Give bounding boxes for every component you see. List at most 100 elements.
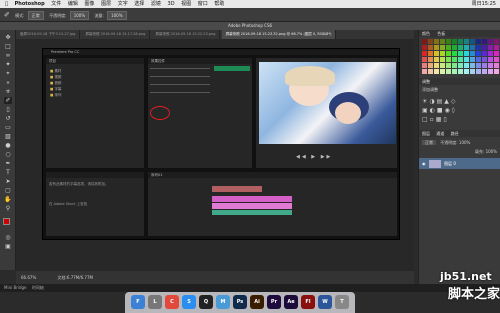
layer-name[interactable]: 图层 0 [444, 161, 456, 166]
premiere-icon[interactable]: Pr [267, 295, 281, 309]
swatch[interactable] [422, 45, 427, 50]
menu-select[interactable]: 选择 [134, 0, 144, 8]
swatch[interactable] [494, 51, 499, 56]
swatch[interactable] [494, 63, 499, 68]
menu-image[interactable]: 图像 [84, 0, 94, 8]
foreground-color-swatch[interactable] [3, 218, 10, 225]
swatch[interactable] [452, 69, 457, 74]
swatch[interactable] [470, 51, 475, 56]
swatch[interactable] [428, 39, 433, 44]
swatch[interactable] [470, 69, 475, 74]
swatch[interactable] [470, 39, 475, 44]
screen-mode-icon[interactable]: ▣ [4, 243, 12, 250]
swatch[interactable] [482, 39, 487, 44]
apple-icon[interactable]:  [5, 0, 8, 8]
swatch[interactable] [446, 51, 451, 56]
timeline-tab[interactable]: 序列01 [148, 172, 397, 178]
menu-filter[interactable]: 滤镜 [151, 0, 161, 8]
qq-icon[interactable]: Q [199, 295, 213, 309]
swatch[interactable] [428, 51, 433, 56]
swatch[interactable] [458, 51, 463, 56]
swatch[interactable] [488, 63, 493, 68]
swatch[interactable] [476, 57, 481, 62]
swatch[interactable] [440, 57, 445, 62]
swatch[interactable] [446, 57, 451, 62]
doc-tab[interactable]: 屏幕快照 2016-09-18 15.17.28.png [81, 30, 151, 39]
blur-tool-icon[interactable]: ● [4, 142, 12, 149]
swatch[interactable] [464, 45, 469, 50]
stamp-tool-icon[interactable]: ▯ [4, 106, 12, 113]
menu-3d[interactable]: 3D [168, 0, 175, 8]
swatch[interactable] [458, 63, 463, 68]
chrome-icon[interactable]: C [165, 295, 179, 309]
flash-icon[interactable]: Fl [301, 295, 315, 309]
swatch[interactable] [464, 57, 469, 62]
swatch[interactable] [434, 51, 439, 56]
timeline-panel-tab[interactable]: 时间轴 [32, 285, 44, 290]
swatch[interactable] [428, 69, 433, 74]
swatch[interactable] [482, 51, 487, 56]
swatch[interactable] [422, 57, 427, 62]
swatch[interactable] [494, 45, 499, 50]
swatch[interactable] [464, 39, 469, 44]
swatch[interactable] [470, 57, 475, 62]
swatch[interactable] [482, 57, 487, 62]
swatch[interactable] [488, 39, 493, 44]
menu-layer[interactable]: 图层 [101, 0, 111, 8]
zoom-level[interactable]: 66.67% [21, 275, 36, 280]
swatch[interactable] [434, 63, 439, 68]
swatch[interactable] [452, 45, 457, 50]
swatch[interactable] [482, 63, 487, 68]
swatch-grid[interactable] [422, 39, 499, 74]
swatch[interactable] [422, 63, 427, 68]
doc-tab[interactable]: 屏幕快照 2016-09-18 15.22.23.png [152, 30, 221, 39]
brush-tool-icon[interactable]: ✐ [4, 8, 10, 22]
swatch[interactable] [476, 63, 481, 68]
menu-help[interactable]: 帮助 [214, 0, 224, 8]
swatch[interactable] [452, 51, 457, 56]
eye-icon[interactable]: ◉ [422, 161, 426, 166]
zoom-tool-icon[interactable]: ⚲ [4, 205, 12, 212]
swatch[interactable] [440, 69, 445, 74]
swatch[interactable] [428, 63, 433, 68]
swatch[interactable] [494, 69, 499, 74]
lasso-tool-icon[interactable]: ∞ [4, 52, 12, 59]
swatch[interactable] [470, 63, 475, 68]
swatch[interactable] [488, 51, 493, 56]
mini-bridge-tab[interactable]: Mini Bridge [4, 285, 27, 290]
swatch[interactable] [476, 69, 481, 74]
pen-tool-icon[interactable]: ✒ [4, 160, 12, 167]
history-brush-icon[interactable]: ↺ [4, 115, 12, 122]
swatch[interactable] [488, 45, 493, 50]
marquee-tool-icon[interactable]: □ [4, 43, 12, 50]
flow-input[interactable]: 100% [107, 11, 127, 20]
aftereffects-icon[interactable]: Ae [284, 295, 298, 309]
swatch[interactable] [494, 57, 499, 62]
effect-controls-tab[interactable]: 效果控件 [148, 58, 252, 64]
timeline-clip[interactable] [212, 210, 292, 215]
swatch[interactable] [434, 69, 439, 74]
swatch[interactable] [434, 45, 439, 50]
adobe-stock-link[interactable]: 在 Adobe Stock 上查找 [49, 201, 141, 207]
tab-channels[interactable]: 通道 [436, 131, 444, 136]
eyedropper-tool-icon[interactable]: ⁎ [4, 79, 12, 86]
menu-window[interactable]: 窗口 [198, 0, 208, 8]
layer-opacity[interactable]: 100% [459, 140, 470, 145]
swatch[interactable] [494, 39, 499, 44]
move-tool-icon[interactable]: ✥ [4, 34, 12, 41]
swatch[interactable] [440, 45, 445, 50]
doc-tab-active[interactable]: 屏幕快照 2016-09-18 15.23.32.png @ 66.7% (图层… [221, 30, 337, 39]
doc-info[interactable]: 文档:6.77M/6.77M [58, 275, 93, 280]
swatch[interactable] [476, 45, 481, 50]
swatch[interactable] [488, 57, 493, 62]
project-folder[interactable]: ■ 序列 [50, 92, 140, 98]
swatch[interactable] [458, 39, 463, 44]
swatch[interactable] [464, 51, 469, 56]
swatch[interactable] [470, 45, 475, 50]
shape-tool-icon[interactable]: ▢ [4, 187, 12, 194]
adjustment-icons[interactable]: ☀◑▤▲◇ ▣◐■◉◊ □▫▦▯ [419, 95, 500, 126]
launchpad-icon[interactable]: L [148, 295, 162, 309]
type-tool-icon[interactable]: T [4, 169, 12, 176]
mode-select[interactable]: 正常 [27, 11, 44, 20]
trash-icon[interactable]: T [335, 295, 349, 309]
